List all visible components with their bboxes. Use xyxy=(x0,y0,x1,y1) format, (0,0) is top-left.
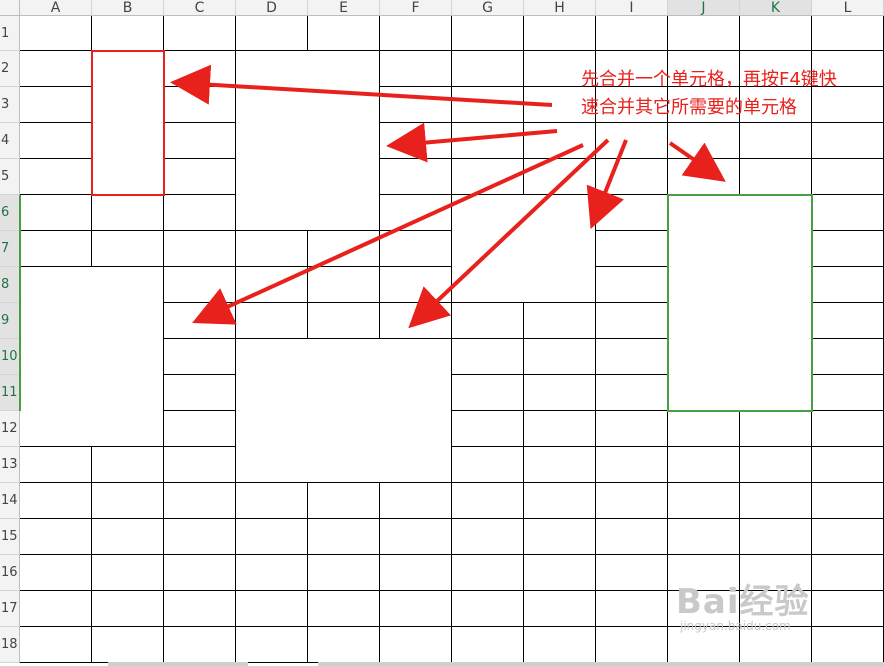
arrow-to-h7 xyxy=(586,139,628,230)
arrow-to-d2-e6 xyxy=(386,122,558,163)
arrow-to-j6-k11 xyxy=(668,141,726,182)
arrow-to-c9 xyxy=(192,143,584,325)
annotation-line-1: 先合并一个单元格，再按F4键快 xyxy=(581,69,837,90)
watermark-logo: Bai经验 xyxy=(676,582,810,622)
horizontal-scrollbar-track[interactable] xyxy=(318,662,884,666)
baidu-jingyan-watermark: Bai经验 jingyan.baidu.com xyxy=(676,574,810,633)
arrow-to-f9 xyxy=(408,138,610,329)
annotation-line-2: 速合并其它所需要的单元格 xyxy=(581,97,797,118)
watermark-url: jingyan.baidu.com xyxy=(680,619,791,633)
horizontal-scrollbar-segment[interactable] xyxy=(108,662,248,666)
arrow-to-b2-b5 xyxy=(170,64,553,107)
instruction-annotation: 先合并一个单元格，再按F4键快 速合并其它所需要的单元格 xyxy=(581,66,837,122)
